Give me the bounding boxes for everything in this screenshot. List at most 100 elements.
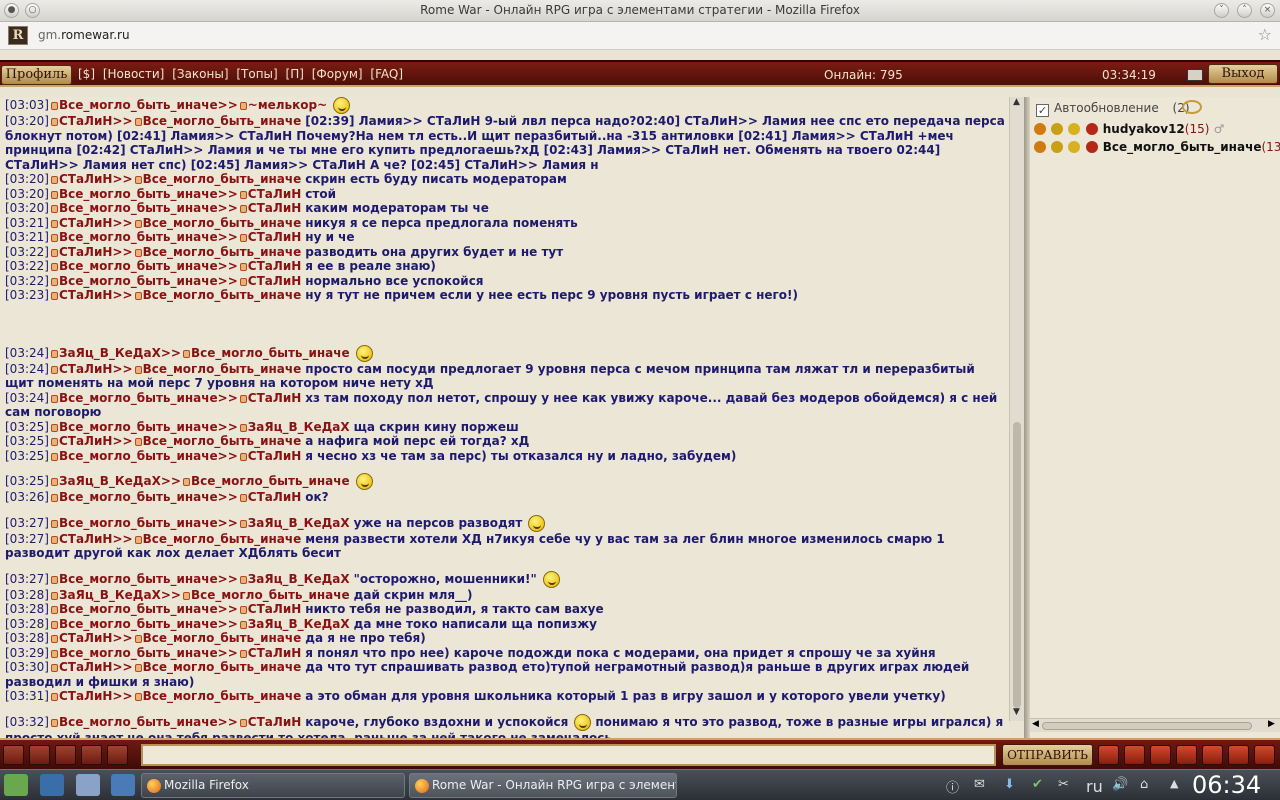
private-lock-icon[interactable] — [50, 349, 58, 358]
private-lock-icon[interactable] — [50, 478, 58, 486]
settings-icon[interactable] — [1228, 745, 1249, 765]
private-lock-icon[interactable] — [50, 118, 58, 126]
private-lock-icon[interactable] — [50, 176, 58, 184]
message-time[interactable]: [03:31] — [5, 689, 49, 703]
chat-scroll-thumb[interactable] — [1013, 422, 1021, 708]
private-lock-icon[interactable] — [50, 292, 58, 300]
tray-expand-icon[interactable]: ▲ — [1170, 777, 1178, 790]
nav-link-forum[interactable]: [Форум] — [312, 67, 363, 81]
private-lock-icon[interactable] — [239, 102, 247, 110]
sender-name[interactable]: СТаЛиН — [59, 362, 113, 376]
recipient-name[interactable]: Все_могло_быть_иначе — [143, 660, 302, 674]
private-lock-icon[interactable] — [50, 102, 58, 110]
volume-icon[interactable]: 🔊 — [1112, 777, 1128, 792]
chest-icon[interactable] — [55, 745, 76, 765]
sender-name[interactable]: Все_могло_быть_иначе — [59, 259, 218, 273]
private-lock-icon[interactable] — [239, 452, 247, 461]
private-lock-icon[interactable] — [134, 438, 142, 446]
user-list-hscrollbar[interactable]: ◀ ▶ — [1030, 718, 1280, 732]
taskbar-clock[interactable]: 06:34 — [1192, 770, 1261, 800]
private-lock-icon[interactable] — [182, 349, 190, 358]
recipient-name[interactable]: Все_могло_быть_иначе — [143, 245, 302, 259]
nav-link-faq[interactable]: [FAQ] — [370, 67, 403, 81]
sender-name[interactable]: Все_могло_быть_иначе — [59, 230, 218, 244]
private-lock-icon[interactable] — [50, 277, 58, 286]
recipient-name[interactable]: ЗаЯц_В_КеДаХ — [248, 420, 350, 434]
sender-name[interactable]: Все_могло_быть_иначе — [59, 201, 218, 215]
sender-name[interactable]: ЗаЯц_В_КеДаХ — [59, 474, 161, 488]
sender-name[interactable]: Все_могло_быть_иначе — [59, 602, 218, 616]
file-manager-icon[interactable] — [76, 774, 100, 796]
keyboard-layout[interactable]: ru — [1086, 777, 1103, 796]
private-lock-icon[interactable] — [134, 693, 142, 701]
nav-link-news[interactable]: [Новости] — [103, 67, 165, 81]
profile-button[interactable]: Профиль — [1, 65, 72, 85]
sender-name[interactable]: СТаЛиН — [59, 631, 113, 645]
sender-name[interactable]: Все_могло_быть_иначе — [59, 715, 218, 729]
private-lock-icon[interactable] — [239, 620, 247, 629]
message-time[interactable]: [03:27] — [5, 572, 49, 586]
sender-name[interactable]: Все_могло_быть_иначе — [59, 449, 218, 463]
private-lock-icon[interactable] — [134, 635, 142, 643]
message-time[interactable]: [03:25] — [5, 434, 49, 448]
message-time[interactable]: [03:32] — [5, 715, 49, 729]
browser-launcher-icon[interactable] — [111, 774, 135, 796]
sender-name[interactable]: ЗаЯц_В_КеДаХ — [59, 588, 161, 602]
private-lock-icon[interactable] — [50, 606, 58, 614]
sender-name[interactable]: Все_могло_быть_иначе — [59, 490, 218, 504]
user-row[interactable]: Все_могло_быть_иначе(13) ♂ — [1034, 140, 1280, 154]
sender-name[interactable]: СТаЛиН — [59, 288, 113, 302]
nav-link-laws[interactable]: [Законы] — [172, 67, 228, 81]
user-row[interactable]: hudyakov12(15) ♂ — [1034, 122, 1224, 136]
private-lock-icon[interactable] — [239, 606, 247, 614]
nav-link-p[interactable]: [П] — [286, 67, 304, 81]
sender-name[interactable]: Все_могло_быть_иначе — [59, 572, 218, 586]
private-lock-icon[interactable] — [239, 718, 247, 727]
message-time[interactable]: [03:20] — [5, 172, 49, 186]
sender-name[interactable]: Все_могло_быть_иначе — [59, 646, 218, 660]
message-time[interactable]: [03:22] — [5, 259, 49, 273]
recipient-name[interactable]: Все_могло_быть_иначе — [143, 288, 302, 302]
private-lock-icon[interactable] — [182, 591, 190, 600]
sender-name[interactable]: Все_могло_быть_иначе — [59, 391, 218, 405]
message-time[interactable]: [03:20] — [5, 187, 49, 201]
private-lock-icon[interactable] — [50, 365, 58, 374]
castle-icon[interactable] — [29, 745, 50, 765]
sender-name[interactable]: ЗаЯц_В_КеДаХ — [59, 346, 161, 360]
close-icon[interactable]: × — [1260, 3, 1275, 18]
recipient-name[interactable]: СТаЛиН — [248, 187, 302, 201]
scroll-left-icon[interactable]: ◀ — [1032, 719, 1039, 729]
url-field[interactable]: gm.romewar.ru — [38, 28, 130, 42]
show-desktop-icon[interactable] — [40, 774, 64, 796]
private-lock-icon[interactable] — [134, 292, 142, 300]
scissors-icon[interactable]: ✂ — [1058, 777, 1069, 792]
message-time[interactable]: [03:28] — [5, 617, 49, 631]
mail-icon[interactable] — [1254, 745, 1275, 765]
recipient-name[interactable]: Все_могло_быть_иначе — [143, 216, 302, 230]
scroll-up-icon[interactable]: ▲ — [1013, 97, 1020, 107]
private-lock-icon[interactable] — [134, 535, 142, 544]
sender-name[interactable]: СТаЛиН — [59, 532, 113, 546]
scroll-right-icon[interactable]: ▶ — [1268, 719, 1275, 729]
auto-refresh-checkbox[interactable]: ✓ — [1036, 104, 1049, 117]
mail-tray-icon[interactable]: ✉ — [974, 777, 985, 792]
recipient-name[interactable]: СТаЛиН — [248, 201, 302, 215]
minimize-icon[interactable]: ˅ — [1214, 3, 1229, 18]
private-lock-icon[interactable] — [239, 394, 247, 403]
recipient-name[interactable]: ЗаЯц_В_КеДаХ — [248, 516, 350, 530]
smiley-menu-icon[interactable] — [1124, 745, 1145, 765]
private-lock-icon[interactable] — [50, 248, 58, 257]
sender-name[interactable]: СТаЛиН — [59, 172, 113, 186]
recipient-name[interactable]: СТаЛиН — [248, 259, 302, 273]
recipient-name[interactable]: Все_могло_быть_иначе — [191, 346, 350, 360]
bookmark-star-icon[interactable]: ☆ — [1258, 25, 1272, 44]
recipient-name[interactable]: Все_могло_быть_иначе — [143, 689, 302, 703]
private-lock-icon[interactable] — [239, 277, 247, 286]
private-lock-icon[interactable] — [50, 190, 58, 199]
private-lock-icon[interactable] — [50, 494, 58, 502]
helmet-icon[interactable] — [107, 745, 128, 765]
recipient-name[interactable]: Все_могло_быть_иначе — [191, 588, 350, 602]
sender-name[interactable]: Все_могло_быть_иначе — [59, 274, 218, 288]
recipient-name[interactable]: Все_могло_быть_иначе — [191, 474, 350, 488]
user-info-icon[interactable]: ♂ — [1214, 122, 1225, 136]
